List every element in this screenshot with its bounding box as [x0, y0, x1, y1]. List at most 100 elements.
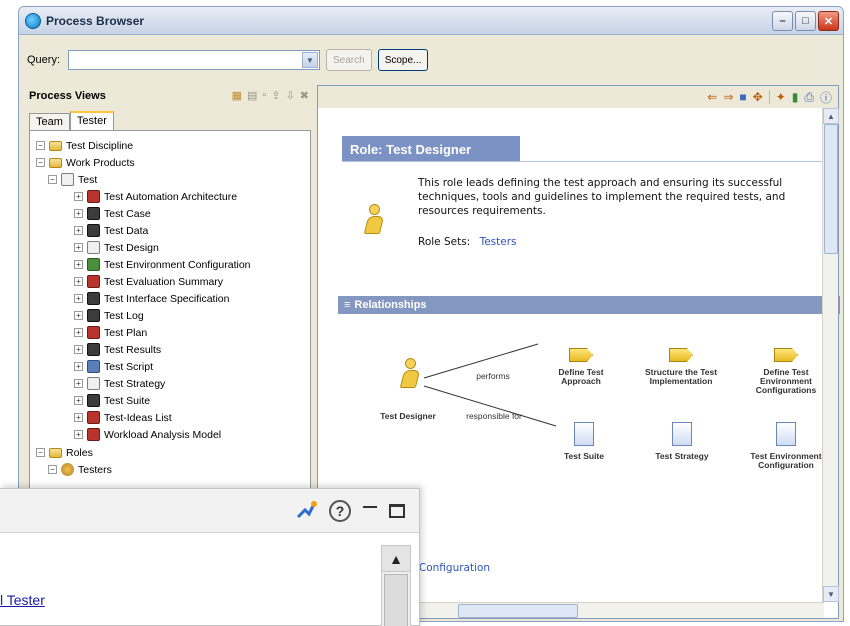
- tree-item-label: Test Environment Configuration: [104, 258, 251, 271]
- tree-item[interactable]: + Test-Ideas List: [74, 409, 172, 426]
- stop-icon[interactable]: ■: [739, 90, 746, 104]
- tree-item[interactable]: + Test Script: [74, 358, 153, 375]
- search-tree-icon[interactable]: ▫: [262, 89, 266, 102]
- window-controls: – □ ✕: [772, 11, 839, 31]
- tree-item[interactable]: + Test Suite: [74, 392, 150, 409]
- tree-item[interactable]: − Test: [48, 171, 97, 188]
- tree-item[interactable]: − Test Discipline: [36, 137, 133, 154]
- print-icon[interactable]: ⎙: [804, 90, 814, 105]
- activity-structure-test-implementation[interactable]: Structure the Test Implementation: [638, 348, 724, 386]
- down-icon[interactable]: ⇩: [286, 89, 295, 102]
- chevron-down-icon[interactable]: ▼: [302, 52, 319, 68]
- tree-item[interactable]: + Test Evaluation Summary: [74, 273, 223, 290]
- scroll-up-icon[interactable]: ▲: [823, 108, 839, 124]
- tab-tester[interactable]: Tester: [69, 111, 114, 131]
- expand-toggle-icon[interactable]: +: [74, 328, 83, 337]
- scroll-up-icon[interactable]: ▲: [382, 546, 410, 572]
- expand-toggle-icon[interactable]: +: [74, 362, 83, 371]
- expand-toggle-icon[interactable]: −: [36, 448, 45, 457]
- tree-item[interactable]: − Work Products: [36, 154, 135, 171]
- tree-item[interactable]: + Test Automation Architecture: [74, 188, 237, 205]
- tree-item[interactable]: + Test Plan: [74, 324, 147, 341]
- close-button[interactable]: ✕: [818, 11, 839, 31]
- expand-toggle-icon[interactable]: +: [74, 277, 83, 286]
- expand-toggle-icon[interactable]: +: [74, 430, 83, 439]
- expand-toggle-icon[interactable]: +: [74, 311, 83, 320]
- vertical-scrollbar[interactable]: ▲ ▼: [822, 108, 839, 602]
- minimize-view-icon[interactable]: [363, 506, 377, 508]
- tree-sync-icon[interactable]: ✦: [776, 90, 786, 104]
- query-input[interactable]: ▼: [68, 50, 321, 70]
- artifact-test-environment-configuration[interactable]: Test Environment Configuration: [746, 422, 826, 470]
- title-bar[interactable]: Process Browser – □ ✕: [19, 7, 843, 35]
- back-arrow-icon[interactable]: ⇐: [707, 90, 717, 104]
- tree-item[interactable]: + Test Interface Specification: [74, 290, 229, 307]
- expand-toggle-icon[interactable]: +: [74, 260, 83, 269]
- tree-item[interactable]: + Workload Analysis Model: [74, 426, 221, 443]
- scope-button[interactable]: Scope...: [377, 49, 429, 71]
- expand-toggle-icon[interactable]: −: [36, 158, 45, 167]
- link-with-editor-icon[interactable]: [295, 500, 317, 522]
- tree-item[interactable]: + Test Log: [74, 307, 144, 324]
- forward-arrow-icon[interactable]: ⇒: [723, 90, 733, 104]
- minimize-button[interactable]: –: [772, 11, 793, 31]
- expand-toggle-icon[interactable]: +: [74, 192, 83, 201]
- artifact-test-strategy[interactable]: Test Strategy: [652, 422, 712, 461]
- expand-toggle-icon[interactable]: +: [74, 396, 83, 405]
- scroll-thumb[interactable]: [824, 124, 838, 254]
- tree-item-label: Test Script: [104, 360, 154, 373]
- process-views-toolbar: ▦ ▤ ▫ ⇪ ⇩ ✖: [232, 89, 309, 102]
- relationships-header[interactable]: ≡ Relationships: [338, 296, 840, 314]
- expand-toggle-icon[interactable]: +: [74, 294, 83, 303]
- view-scroll-thumb[interactable]: [384, 574, 408, 626]
- work-product-icon: [87, 224, 100, 237]
- maximize-button[interactable]: □: [795, 11, 816, 31]
- collapse-icon[interactable]: ▤: [247, 89, 257, 102]
- link-icon[interactable]: ✥: [753, 90, 763, 104]
- expand-toggle-icon[interactable]: +: [74, 413, 83, 422]
- help-icon[interactable]: ⓘ: [820, 89, 832, 106]
- activity-define-test-environment-configurations[interactable]: Define Test Environment Configurations: [746, 348, 826, 395]
- expand-toggle-icon[interactable]: +: [74, 209, 83, 218]
- expand-toggle-icon[interactable]: −: [36, 141, 45, 150]
- bookmark-icon[interactable]: ▮: [792, 90, 799, 104]
- tree-item-label: Test Data: [104, 224, 149, 237]
- role-banner: Role: Test Designer: [342, 136, 520, 162]
- expand-toggle-icon[interactable]: −: [48, 175, 57, 184]
- tree-item[interactable]: + Test Design: [74, 239, 159, 256]
- tree-item-label: Test Automation Architecture: [104, 190, 238, 203]
- artifact-test-suite[interactable]: Test Suite: [554, 422, 614, 461]
- relationships-title: Relationships: [354, 299, 427, 311]
- tree-item[interactable]: + Test Strategy: [74, 375, 165, 392]
- sync-icon[interactable]: ▦: [232, 89, 242, 102]
- up-icon[interactable]: ⇪: [271, 89, 280, 102]
- activity-define-test-approach[interactable]: Define Test Approach: [546, 348, 616, 386]
- tree-item[interactable]: + Test Results: [74, 341, 161, 358]
- work-product-icon: [87, 394, 100, 407]
- tree-item[interactable]: − Roles: [36, 444, 93, 461]
- work-product-icon: [61, 173, 74, 186]
- view-scrollbar[interactable]: ▲: [381, 545, 411, 626]
- role-sets-link[interactable]: Testers: [480, 236, 517, 248]
- hscroll-thumb[interactable]: [458, 604, 578, 618]
- tester-link[interactable]: l Tester: [0, 592, 45, 608]
- tree-item[interactable]: − Testers: [48, 461, 112, 478]
- help-icon[interactable]: ?: [329, 500, 351, 522]
- delete-icon[interactable]: ✖: [300, 89, 309, 102]
- tree-item[interactable]: + Test Data: [74, 222, 148, 239]
- expand-toggle-icon[interactable]: +: [74, 226, 83, 235]
- tree-item[interactable]: + Test Case: [74, 205, 151, 222]
- role-node-label: Test Designer: [380, 411, 436, 421]
- role-icon: [363, 204, 385, 236]
- collapse-section-icon[interactable]: ≡: [344, 299, 350, 311]
- expand-toggle-icon[interactable]: −: [48, 465, 57, 474]
- expand-toggle-icon[interactable]: +: [74, 243, 83, 252]
- tree-item[interactable]: + Test Environment Configuration: [74, 256, 251, 273]
- expand-toggle-icon[interactable]: +: [74, 345, 83, 354]
- search-button[interactable]: Search: [326, 49, 372, 71]
- expand-toggle-icon[interactable]: +: [74, 379, 83, 388]
- maximize-view-icon[interactable]: [389, 504, 405, 518]
- query-bar: Query: ▼ Search Scope...: [27, 49, 429, 71]
- scroll-down-icon[interactable]: ▼: [823, 586, 839, 602]
- work-product-icon: [87, 343, 100, 356]
